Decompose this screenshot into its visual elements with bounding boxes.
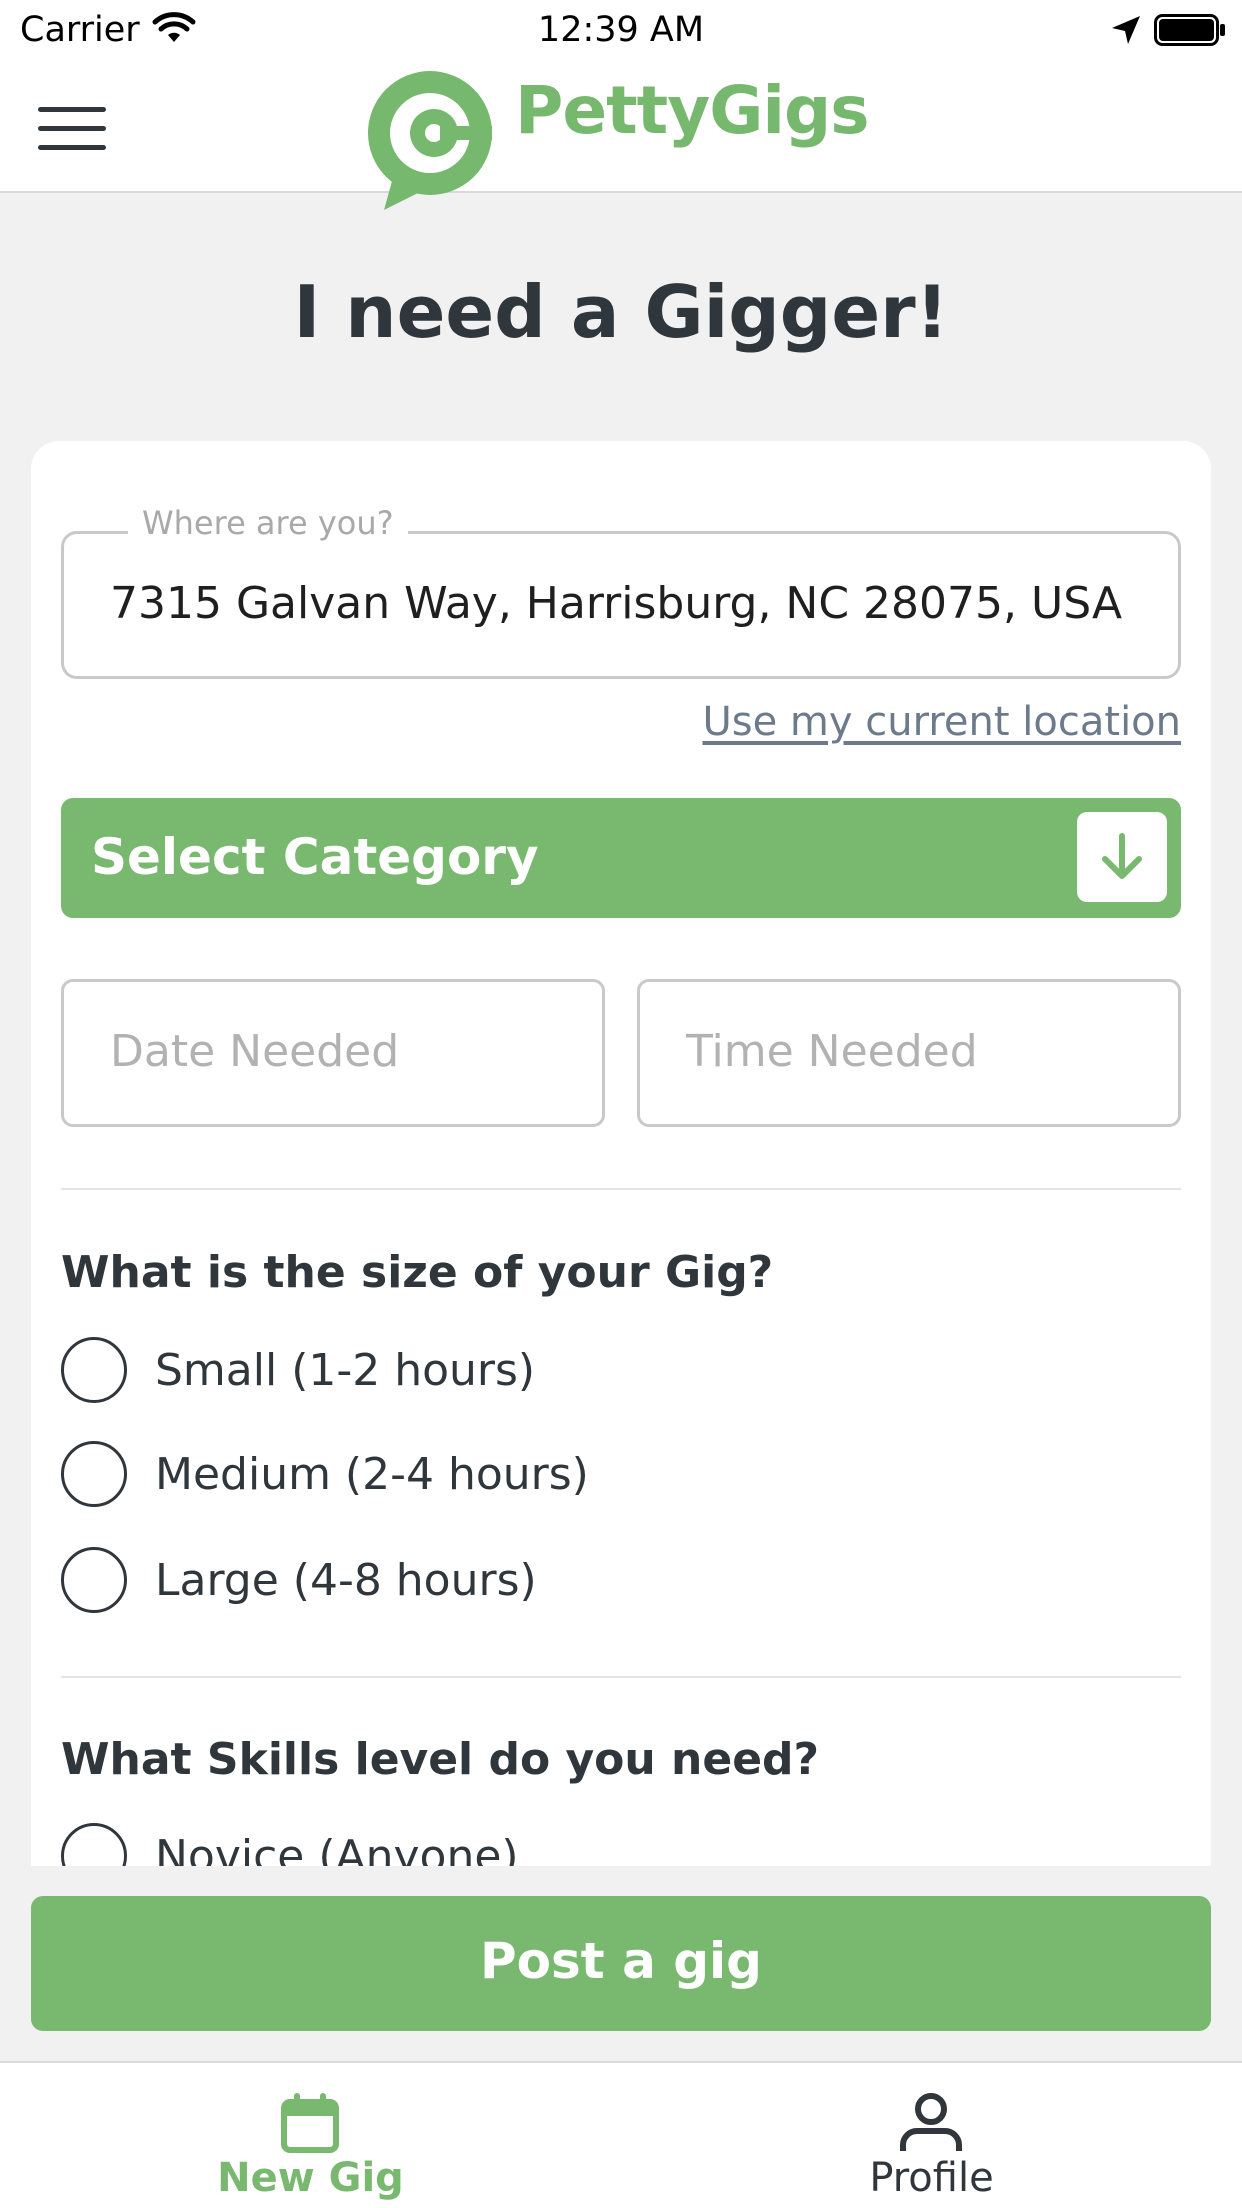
arrow-down-icon [1102,833,1142,879]
app-header: PettyGigs [0,62,1242,210]
gig-size-heading: What is the size of your Gig? [61,1247,774,1298]
status-bar: Carrier 12:39 AM [0,0,1242,62]
radio-label: Medium (2-4 hours) [155,1449,589,1500]
gig-form-card: Where are you? 7315 Galvan Way, Harrisbu… [31,441,1211,1866]
page-title: I need a Gigger! [293,270,949,354]
logo-mark-icon [368,71,492,210]
date-needed-field[interactable]: Date Needed [61,979,605,1127]
skill-level-heading: What Skills level do you need? [61,1734,820,1785]
location-field[interactable]: Where are you? 7315 Galvan Way, Harrisbu… [61,504,1181,679]
divider [61,1188,1181,1190]
battery-icon [1154,14,1225,46]
logo: PettyGigs [360,62,880,210]
screen: Carrier 12:39 AM PettyGigs I need a Gigg… [0,0,1242,2208]
post-gig-label: Post a gig [480,1932,762,1990]
tab-bar: New Gig Profile [0,2061,1242,2208]
select-category-label: Select Category [91,828,539,886]
radio-button[interactable] [61,1337,127,1403]
time-needed-field[interactable]: Time Needed [637,979,1181,1127]
brand-name: PettyGigs [515,72,870,149]
radio-label: Small (1-2 hours) [155,1345,536,1396]
radio-label: Novice (Anyone) [155,1831,519,1866]
location-field-label: Where are you? [128,504,408,542]
person-icon [900,2093,962,2151]
calendar-icon [281,2093,339,2153]
radio-label: Large (4-8 hours) [155,1555,537,1606]
category-dropdown-toggle[interactable] [1077,812,1167,902]
divider [61,1676,1181,1678]
post-gig-button[interactable]: Post a gig [31,1896,1211,2031]
radio-button[interactable] [61,1823,127,1866]
tab-new-gig[interactable]: New Gig [0,2063,621,2208]
select-category-button[interactable]: Select Category [61,798,1181,918]
radio-button[interactable] [61,1547,127,1613]
radio-button[interactable] [61,1441,127,1507]
time-needed-placeholder: Time Needed [686,1026,978,1077]
tab-label: New Gig [217,2155,404,2201]
date-needed-placeholder: Date Needed [110,1026,400,1077]
tab-profile[interactable]: Profile [621,2063,1242,2208]
menu-button[interactable] [30,97,114,161]
use-current-location-link[interactable]: Use my current location [702,699,1181,745]
tab-label: Profile [869,2155,994,2201]
location-field-value: 7315 Galvan Way, Harrisburg, NC 28075, U… [110,578,1123,629]
status-time: 12:39 AM [537,10,705,50]
location-arrow-icon [1112,16,1140,44]
